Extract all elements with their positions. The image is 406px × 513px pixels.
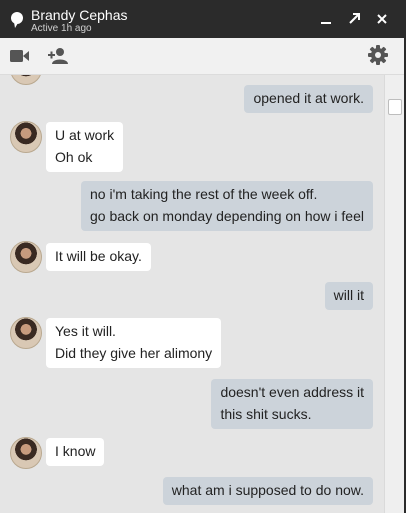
add-person-icon[interactable] (47, 47, 69, 65)
message-outgoing: will it (324, 282, 373, 310)
message-outgoing: opened it at work. (244, 85, 373, 113)
avatar (10, 75, 42, 85)
video-call-icon[interactable] (10, 49, 30, 63)
presence-status: Active 1h ago (31, 23, 92, 34)
avatar (10, 317, 42, 349)
message-outgoing: doesn't even address it this shit sucks. (211, 379, 373, 429)
message-incoming: Yes it will. Did they give her alimony (46, 318, 222, 368)
chat-toolbar (0, 38, 404, 75)
avatar (10, 121, 42, 153)
close-icon[interactable] (375, 12, 389, 26)
minimize-icon[interactable] (319, 12, 333, 26)
contact-name[interactable]: Brandy Cephas (31, 7, 128, 23)
avatar (10, 241, 42, 273)
chat-bubble-icon (11, 12, 23, 28)
message-outgoing: what am i supposed to do now. (162, 477, 373, 505)
message-list[interactable]: opened it at work. U at work Oh ok no i'… (0, 75, 386, 513)
scrollbar[interactable] (384, 75, 405, 513)
message-incoming: U at work Oh ok (46, 122, 124, 172)
gear-icon[interactable] (368, 45, 388, 65)
chat-title-bar: Brandy Cephas Active 1h ago (0, 0, 406, 38)
message-outgoing: no i'm taking the rest of the week off. … (81, 181, 373, 231)
message-incoming: It will be okay. (46, 243, 151, 271)
message-incoming: I know (46, 438, 105, 466)
scrollbar-thumb[interactable] (388, 99, 402, 115)
avatar (10, 437, 42, 469)
popout-icon[interactable] (347, 12, 361, 26)
